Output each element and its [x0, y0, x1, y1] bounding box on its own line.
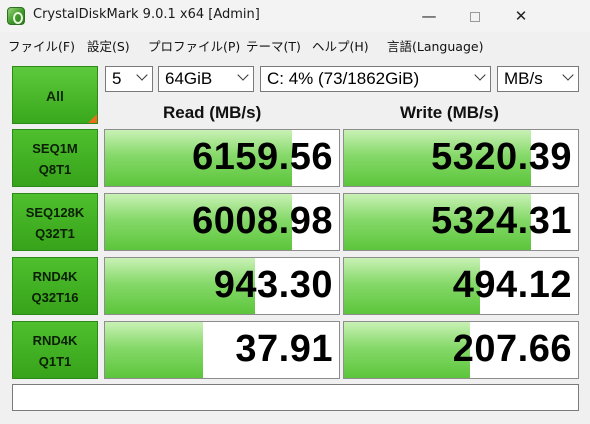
- menu-settings[interactable]: 設定(S): [87, 36, 130, 55]
- test-rnd4k-q1t1-button[interactable]: RND4K Q1T1: [12, 321, 98, 379]
- minimize-button[interactable]: —: [406, 0, 452, 32]
- chevron-down-icon: [237, 69, 249, 81]
- test-size-select[interactable]: 64GiB: [158, 66, 254, 92]
- test-params: Q32T1: [35, 226, 75, 241]
- maximize-icon: [470, 11, 480, 22]
- write-result-seq1m: 5320.39: [343, 129, 579, 187]
- maximize-button[interactable]: [452, 0, 498, 32]
- test-params: Q8T1: [38, 162, 72, 177]
- test-count-select[interactable]: 5: [105, 66, 153, 92]
- write-value: 5320.39: [431, 136, 572, 178]
- unit-value: MB/s: [504, 69, 543, 88]
- write-column-header: Write (MB/s): [400, 103, 499, 122]
- test-name: SEQ128K: [25, 205, 85, 220]
- menu-profile[interactable]: プロファイル(P): [148, 36, 240, 55]
- test-params: Q1T1: [38, 354, 72, 369]
- menu-bar: ファイル(F) 設定(S) プロファイル(P) テーマ(T) ヘルプ(H) 言語…: [0, 32, 590, 56]
- title-bar[interactable]: CrystalDiskMark 9.0.1 x64 [Admin] — ✕: [0, 0, 590, 32]
- run-all-button[interactable]: All: [12, 66, 98, 124]
- read-result-seq1m: 6159.56: [104, 129, 340, 187]
- close-icon: ✕: [514, 7, 528, 25]
- test-rnd4k-q32t16-button[interactable]: RND4K Q32T16: [12, 257, 98, 315]
- run-all-label: All: [46, 88, 64, 104]
- test-name: RND4K: [32, 269, 78, 284]
- test-size-value: 64GiB: [165, 69, 213, 88]
- test-count-value: 5: [112, 69, 122, 88]
- drive-select[interactable]: C: 4% (73/1862GiB): [260, 66, 491, 92]
- menu-file[interactable]: ファイル(F): [8, 36, 75, 55]
- read-column-header: Read (MB/s): [163, 103, 262, 122]
- menu-language[interactable]: 言語(Language): [387, 36, 483, 55]
- read-bar: [105, 322, 204, 378]
- close-button[interactable]: ✕: [498, 0, 544, 32]
- minimize-icon: —: [421, 7, 437, 25]
- read-value: 37.91: [235, 328, 333, 370]
- write-value: 5324.31: [431, 200, 572, 242]
- write-value: 494.12: [452, 264, 572, 306]
- menu-help[interactable]: ヘルプ(H): [312, 36, 369, 55]
- read-value: 943.30: [213, 264, 333, 306]
- write-value: 207.66: [452, 328, 572, 370]
- unit-select[interactable]: MB/s: [497, 66, 579, 92]
- chevron-down-icon: [474, 69, 486, 81]
- menu-theme[interactable]: テーマ(T): [246, 36, 301, 55]
- write-bar: [344, 322, 471, 378]
- test-name: SEQ1M: [32, 141, 78, 156]
- test-params: Q32T16: [31, 290, 79, 305]
- write-result-seq128k: 5324.31: [343, 193, 579, 251]
- app-logo-icon: [7, 7, 25, 25]
- read-result-rnd4k-q1t1: 37.91: [104, 321, 340, 379]
- read-value: 6008.98: [192, 200, 333, 242]
- corner-marker-icon: [88, 114, 97, 123]
- drive-value: C: 4% (73/1862GiB): [267, 69, 420, 88]
- read-result-rnd4k-q32t16: 943.30: [104, 257, 340, 315]
- chevron-down-icon: [136, 69, 148, 81]
- comment-input[interactable]: [12, 384, 579, 411]
- write-result-rnd4k-q1t1: 207.66: [343, 321, 579, 379]
- test-seq128k-q32t1-button[interactable]: SEQ128K Q32T1: [12, 193, 98, 251]
- test-name: RND4K: [32, 333, 78, 348]
- test-seq1m-q8t1-button[interactable]: SEQ1M Q8T1: [12, 129, 98, 187]
- read-result-seq128k: 6008.98: [104, 193, 340, 251]
- write-result-rnd4k-q32t16: 494.12: [343, 257, 579, 315]
- chevron-down-icon: [562, 69, 574, 81]
- read-value: 6159.56: [192, 136, 333, 178]
- window-title: CrystalDiskMark 9.0.1 x64 [Admin]: [33, 7, 260, 22]
